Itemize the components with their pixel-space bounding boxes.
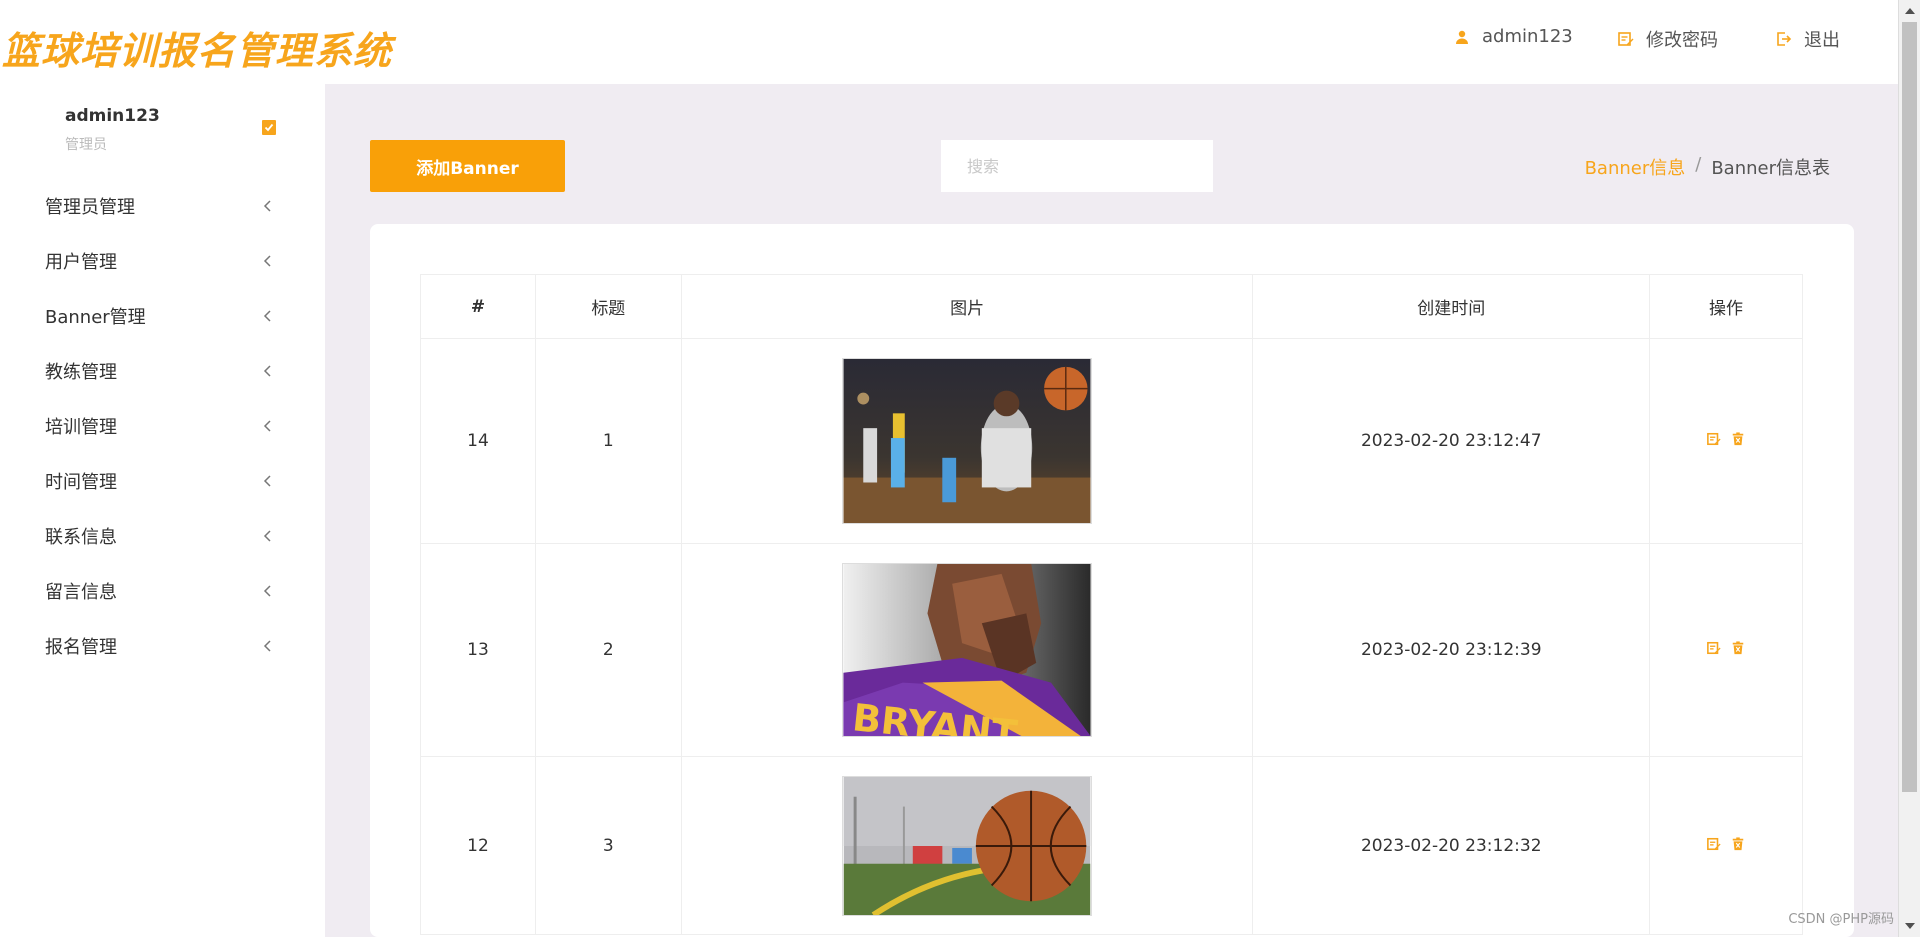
breadcrumb-parent-link[interactable]: Banner信息 [1585, 154, 1686, 180]
cell-actions [1649, 756, 1803, 935]
edit-icon[interactable] [1707, 837, 1721, 851]
sidebar-item-messages[interactable]: 留言信息 [0, 563, 325, 619]
add-banner-button[interactable]: 添加Banner [370, 140, 565, 192]
cell-title: 3 [534, 756, 682, 935]
chevron-left-icon [263, 310, 271, 322]
current-user[interactable]: admin123 [1454, 26, 1573, 47]
sidebar-item-label: 培训管理 [45, 417, 117, 438]
sidebar-item-label: 留言信息 [45, 582, 117, 603]
cell-actions [1649, 338, 1803, 544]
table-header-row: # 标题 图片 创建时间 操作 [420, 274, 1803, 339]
sidebar-item-user-management[interactable]: 用户管理 [0, 233, 325, 289]
cell-id: 12 [420, 756, 536, 935]
column-header-image: 图片 [680, 274, 1254, 339]
sidebar: admin123 管理员 管理员管理 用户管理 Banner管理 教练管理 培训… [0, 84, 325, 937]
trash-icon[interactable] [1731, 641, 1745, 655]
chevron-left-icon [263, 200, 271, 212]
chevron-left-icon [263, 365, 271, 377]
cell-created-time: 2023-02-20 23:12:47 [1252, 338, 1651, 544]
trash-icon[interactable] [1731, 836, 1745, 851]
column-header-title: 标题 [534, 274, 682, 339]
sidebar-user-role: 管理员 [65, 137, 107, 153]
table-card: # 标题 图片 创建时间 操作 14 1 2023-02-20 23:12:47… [370, 224, 1854, 937]
edit-icon[interactable] [1707, 432, 1721, 446]
checklist-icon[interactable] [262, 119, 276, 135]
edit-icon[interactable] [1707, 641, 1721, 655]
chevron-left-icon [263, 640, 271, 652]
chevron-left-icon [263, 475, 271, 487]
banner-image-portrait[interactable]: BRYANT [842, 563, 1093, 737]
site-logo[interactable]: 篮球培训报名管理系统 [2, 20, 392, 73]
watermark: CSDN @PHP源码 [1788, 912, 1894, 927]
table-row: 12 3 2023-02-20 23:12:32 [420, 756, 1803, 935]
chevron-left-icon [263, 255, 271, 267]
sidebar-item-label: 时间管理 [45, 472, 117, 493]
chevron-left-icon [263, 420, 271, 432]
banner-image-player[interactable] [842, 358, 1093, 524]
user-icon [1456, 30, 1468, 44]
cell-image [680, 756, 1254, 935]
scroll-down-arrow-icon[interactable] [1905, 923, 1915, 929]
cell-id: 14 [420, 338, 536, 544]
sidebar-item-contact-info[interactable]: 联系信息 [0, 508, 325, 564]
change-password-button[interactable]: 修改密码 [1618, 26, 1718, 52]
change-password-label: 修改密码 [1646, 30, 1718, 51]
table-row: 13 2 BRYANT 2023-02-20 23:12:39 [420, 543, 1803, 757]
sidebar-item-banner-management[interactable]: Banner管理 [0, 288, 325, 344]
chevron-left-icon [263, 530, 271, 542]
cell-id: 13 [420, 543, 536, 757]
sidebar-item-time-management[interactable]: 时间管理 [0, 453, 325, 509]
page-scrollbar[interactable] [1898, 0, 1920, 937]
column-header-id: # [420, 274, 536, 339]
trash-icon[interactable] [1731, 432, 1745, 446]
main-content: 添加Banner Banner信息 / Banner信息表 # 标题 图片 创建… [325, 84, 1898, 937]
sidebar-item-label: 报名管理 [45, 637, 117, 658]
current-user-label: admin123 [1482, 26, 1573, 47]
scroll-up-arrow-icon[interactable] [1905, 8, 1915, 14]
breadcrumb: Banner信息 / Banner信息表 [1585, 154, 1830, 180]
scroll-thumb[interactable] [1902, 22, 1917, 792]
sidebar-item-label: 教练管理 [45, 362, 117, 383]
banner-table: # 标题 图片 创建时间 操作 14 1 2023-02-20 23:12:47… [420, 274, 1803, 935]
cell-created-time: 2023-02-20 23:12:32 [1252, 756, 1651, 935]
sidebar-item-coach-management[interactable]: 教练管理 [0, 343, 325, 399]
banner-image-ball[interactable] [842, 775, 1093, 916]
column-header-created-time: 创建时间 [1252, 274, 1651, 339]
logout-label: 退出 [1804, 30, 1840, 51]
sidebar-item-label: Banner管理 [45, 307, 146, 328]
logout-icon [1777, 32, 1792, 46]
cell-created-time: 2023-02-20 23:12:39 [1252, 543, 1651, 757]
cell-image [680, 338, 1254, 544]
sidebar-item-label: 管理员管理 [45, 197, 135, 218]
sidebar-item-registration-management[interactable]: 报名管理 [0, 618, 325, 674]
search-input[interactable] [941, 140, 1213, 192]
table-row: 14 1 2023-02-20 23:12:47 [420, 338, 1803, 544]
sidebar-item-training-management[interactable]: 培训管理 [0, 398, 325, 454]
edit-icon [1618, 32, 1634, 46]
cell-title: 1 [534, 338, 682, 544]
chevron-left-icon [263, 585, 271, 597]
cell-image: BRYANT [680, 543, 1254, 757]
sidebar-item-admin-management[interactable]: 管理员管理 [0, 178, 325, 234]
breadcrumb-current: Banner信息表 [1711, 158, 1830, 179]
breadcrumb-separator: / [1695, 154, 1702, 175]
logout-button[interactable]: 退出 [1776, 26, 1840, 52]
cell-title: 2 [534, 543, 682, 757]
sidebar-item-label: 用户管理 [45, 252, 117, 273]
column-header-actions: 操作 [1649, 274, 1803, 339]
cell-actions [1649, 543, 1803, 757]
top-bar: 篮球培训报名管理系统 admin123 修改密码 退出 [0, 0, 1898, 84]
sidebar-user-name: admin123 [65, 106, 160, 126]
sidebar-item-label: 联系信息 [45, 527, 117, 548]
